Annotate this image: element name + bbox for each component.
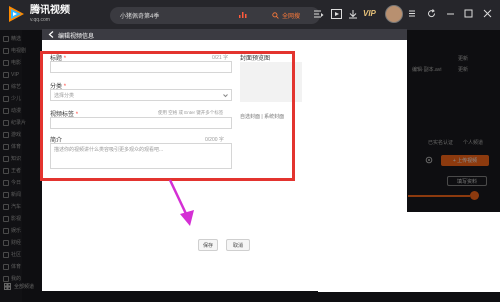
history-icon[interactable] xyxy=(313,9,324,19)
refresh-icon[interactable] xyxy=(427,9,436,18)
vip-badge[interactable]: VIP xyxy=(363,9,376,18)
menu-icon[interactable] xyxy=(408,9,416,17)
logo-subtitle: v.qq.com xyxy=(30,17,50,23)
logo-title: 腾讯视频 xyxy=(30,5,70,16)
minimize-icon[interactable] xyxy=(446,9,455,18)
annotation-arrow-icon xyxy=(168,179,194,226)
download-icon[interactable] xyxy=(348,9,358,19)
cancel-button[interactable]: 取消 xyxy=(226,239,250,251)
save-button[interactable]: 保存 xyxy=(198,239,218,251)
app-logo[interactable]: 腾讯视频 v.qq.com xyxy=(6,4,70,24)
dialog-header: 编辑视频信息 xyxy=(42,29,407,40)
search-icon xyxy=(272,12,279,19)
hot-rank-icon[interactable] xyxy=(238,10,247,19)
dialog-title: 编辑视频信息 xyxy=(58,34,95,40)
close-icon[interactable] xyxy=(483,9,492,18)
back-icon[interactable] xyxy=(47,30,56,39)
search-button[interactable]: 全网搜 xyxy=(252,7,320,24)
maximize-icon[interactable] xyxy=(464,9,473,18)
annotation-highlight-box xyxy=(40,51,295,181)
upload-icon[interactable] xyxy=(331,9,342,19)
search-input[interactable]: 小猪佩奇第4季 xyxy=(120,11,230,20)
search-box[interactable]: 小猪佩奇第4季 全网搜 xyxy=(110,7,320,24)
tencent-video-logo-icon xyxy=(9,6,24,22)
search-button-label: 全网搜 xyxy=(281,14,300,20)
avatar[interactable] xyxy=(385,5,403,23)
top-bar: 腾讯视频 v.qq.com 小猪佩奇第4季 全网搜 VIP xyxy=(0,0,500,30)
